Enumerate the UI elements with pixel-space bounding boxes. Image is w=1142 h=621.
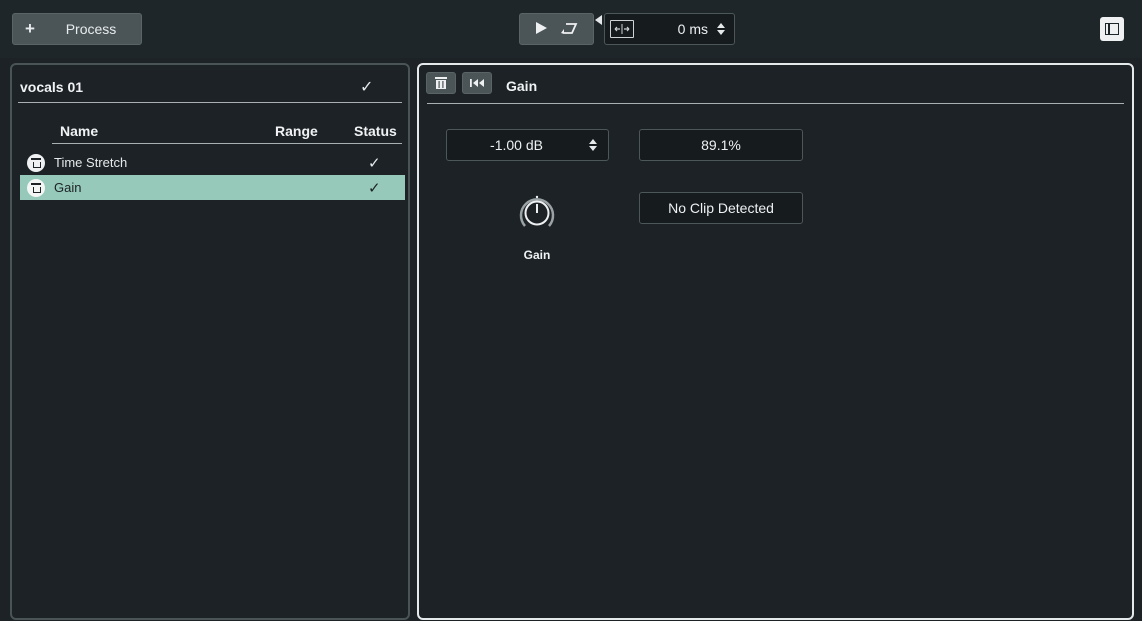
plus-icon: + [25,19,35,38]
gain-knob-label: Gain [523,248,551,262]
clip-detection-status: No Clip Detected [639,192,803,224]
stepper-down-icon[interactable] [717,30,725,35]
loop-icon[interactable] [561,21,579,38]
process-list-panel: vocals 01 ✓ Name Range Status Time Stret… [10,63,410,620]
divider [18,102,402,103]
editor-title: Gain [506,78,538,94]
check-all-icon[interactable]: ✓ [360,77,373,97]
fade-length-stepper[interactable] [714,23,728,35]
divider [427,103,1124,104]
play-icon[interactable] [534,21,548,38]
clip-name: vocals 01 [20,79,84,95]
reset-button[interactable] [462,72,492,94]
process-label: Process [65,21,117,37]
status-check-icon: ✓ [368,179,381,197]
delete-button[interactable] [426,72,456,94]
preview-marker-icon [595,15,602,25]
fade-range-icon [610,20,634,38]
column-header-range[interactable]: Range [275,123,318,139]
list-item[interactable]: Time Stretch ✓ [20,150,405,175]
list-item-name: Time Stretch [54,155,128,170]
fade-length-field[interactable]: 0 ms [604,13,735,45]
process-button[interactable]: + Process [12,13,142,45]
list-item[interactable]: Gain ✓ [20,175,405,200]
column-header-name[interactable]: Name [60,123,98,139]
stepper-up-icon[interactable] [717,23,725,28]
gain-input[interactable]: -1.00 dB [446,129,609,161]
status-check-icon: ✓ [368,154,381,172]
skip-back-icon [470,79,484,87]
divider [52,143,402,144]
fade-length-value: 0 ms [677,21,708,37]
percent-readout: 89.1% [639,129,803,161]
gain-knob[interactable] [517,193,557,233]
toggle-panel-button[interactable] [1100,17,1124,41]
editor-panel: Gain -1.00 dB 89.1% No Clip Detected Gai… [417,63,1134,620]
list-item-name: Gain [54,180,82,195]
gain-stepper[interactable] [586,139,600,151]
stepper-down-icon[interactable] [589,146,597,151]
preview-controls [519,13,594,45]
toolbar: + Process 0 ms [0,0,1142,58]
panel-icon [1105,23,1119,35]
module-icon [27,178,45,197]
trash-icon [435,77,447,89]
stepper-up-icon[interactable] [589,139,597,144]
gain-value: -1.00 dB [490,137,543,153]
column-header-status[interactable]: Status [354,123,397,139]
module-icon [27,153,45,172]
